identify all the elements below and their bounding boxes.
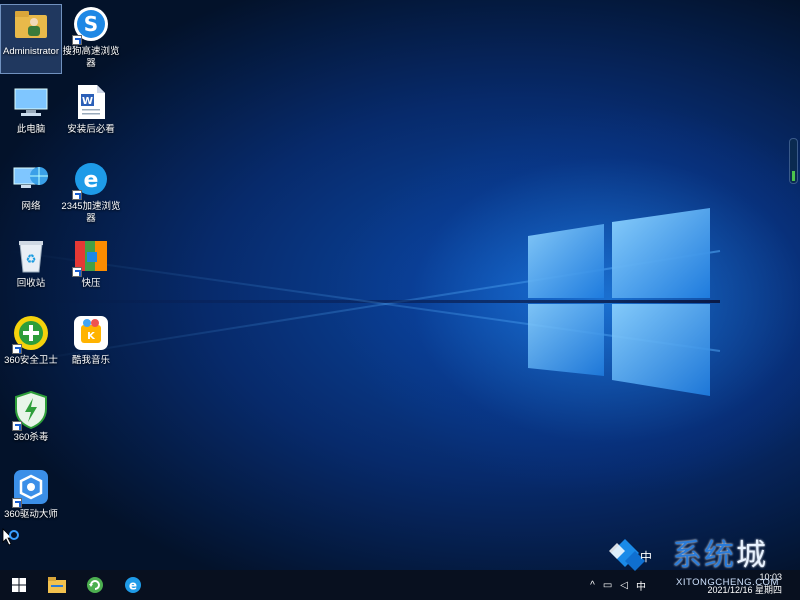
desktop-icon-sogou-browser[interactable]: S 搜狗高速浏览器 [61, 5, 121, 70]
360-antivirus-icon [12, 391, 50, 431]
watermark-url: XITONGCHENG.COM [676, 577, 779, 588]
taskbar-ie-browser[interactable]: e [114, 570, 152, 600]
360-safe-icon [12, 314, 50, 354]
shortcut-arrow-icon [72, 35, 82, 45]
desktop-icon-kuwo-music[interactable]: K 酷我音乐 [61, 314, 121, 367]
ime-indicator[interactable]: 中 [636, 578, 646, 593]
recycle-bin-icon: ♻ [12, 237, 50, 275]
svg-text:K: K [87, 331, 96, 342]
word-document-icon: W [72, 83, 110, 121]
desktop-icon-360-driver[interactable]: 360驱动大师 [1, 468, 61, 521]
sogou-browser-icon: S [72, 5, 110, 45]
desktop-icon-this-pc[interactable]: 此电脑 [1, 83, 61, 136]
icon-label: 快压 [81, 278, 101, 289]
watermark-text: 系统 [672, 538, 736, 573]
svg-text:♻: ♻ [26, 252, 37, 266]
taskbar-refresh-app[interactable] [76, 570, 114, 600]
ime-overlay-label: 中 [640, 550, 653, 564]
desktop-icon-360-safe[interactable]: 360安全卫士 [1, 314, 61, 367]
icon-label: 360驱动大师 [4, 509, 58, 520]
file-explorer-icon [48, 577, 66, 593]
desktop-icon-2345-browser[interactable]: e 2345加速浏览器 [61, 160, 121, 225]
taskbar-file-explorer[interactable] [38, 570, 76, 600]
computer-icon [12, 83, 50, 121]
windows-start-icon [12, 578, 26, 592]
watermark-text-highlight: 城 [736, 538, 768, 573]
watermark-title: 系统城 [672, 530, 768, 574]
360-driver-icon [12, 468, 50, 508]
system-tray: ^ ▭ ◁ 中 [586, 570, 650, 600]
svg-text:W: W [82, 96, 93, 107]
icon-label: 网络 [21, 201, 41, 212]
desktop-icon-kuaiya[interactable]: 快压 [61, 237, 121, 290]
kuaiya-icon [72, 237, 110, 277]
windows-logo-icon [528, 208, 710, 396]
svg-text:e: e [84, 168, 99, 193]
level-fill [792, 171, 795, 181]
svg-text:S: S [84, 12, 98, 36]
volume-tray-icon[interactable]: ◁ [620, 580, 628, 591]
desktop-icon-administrator[interactable]: Administrator [0, 4, 62, 74]
folder-user-icon [12, 5, 50, 43]
desktop-icon-install-readme[interactable]: W 安装后必看 [61, 83, 121, 136]
desktop-icon-360-antivirus[interactable]: 360杀毒 [1, 391, 61, 444]
svg-text:e: e [129, 579, 137, 593]
shortcut-arrow-icon [72, 267, 82, 277]
start-button[interactable] [0, 570, 38, 600]
icon-label: 酷我音乐 [71, 355, 110, 366]
shortcut-arrow-icon [12, 344, 22, 354]
network-tray-icon[interactable]: ▭ [603, 580, 612, 591]
ie-browser-icon: e [125, 577, 141, 593]
shortcut-arrow-icon [12, 421, 22, 431]
desktop-icon-network[interactable]: 网络 [1, 160, 61, 213]
icon-label: 360安全卫士 [4, 355, 58, 366]
busy-cursor-icon [2, 528, 19, 546]
ie-browser-icon: e [72, 160, 110, 200]
icon-label: 360杀毒 [13, 432, 49, 443]
icon-label: 安装后必看 [67, 124, 115, 135]
icon-label: 回收站 [16, 278, 46, 289]
volume-level-indicator [789, 138, 798, 184]
icon-label: 2345加速浏览器 [61, 201, 121, 224]
kuwo-music-icon: K [72, 314, 110, 352]
refresh-app-icon [87, 577, 103, 593]
network-icon [12, 160, 50, 198]
desktop-icon-recycle-bin[interactable]: ♻ 回收站 [1, 237, 61, 290]
icon-label: 搜狗高速浏览器 [62, 46, 120, 69]
tray-expand-button[interactable]: ^ [590, 580, 595, 591]
shortcut-arrow-icon [72, 190, 82, 200]
icon-label: Administrator [3, 46, 59, 57]
icon-label: 此电脑 [16, 124, 46, 135]
shortcut-arrow-icon [12, 498, 22, 508]
